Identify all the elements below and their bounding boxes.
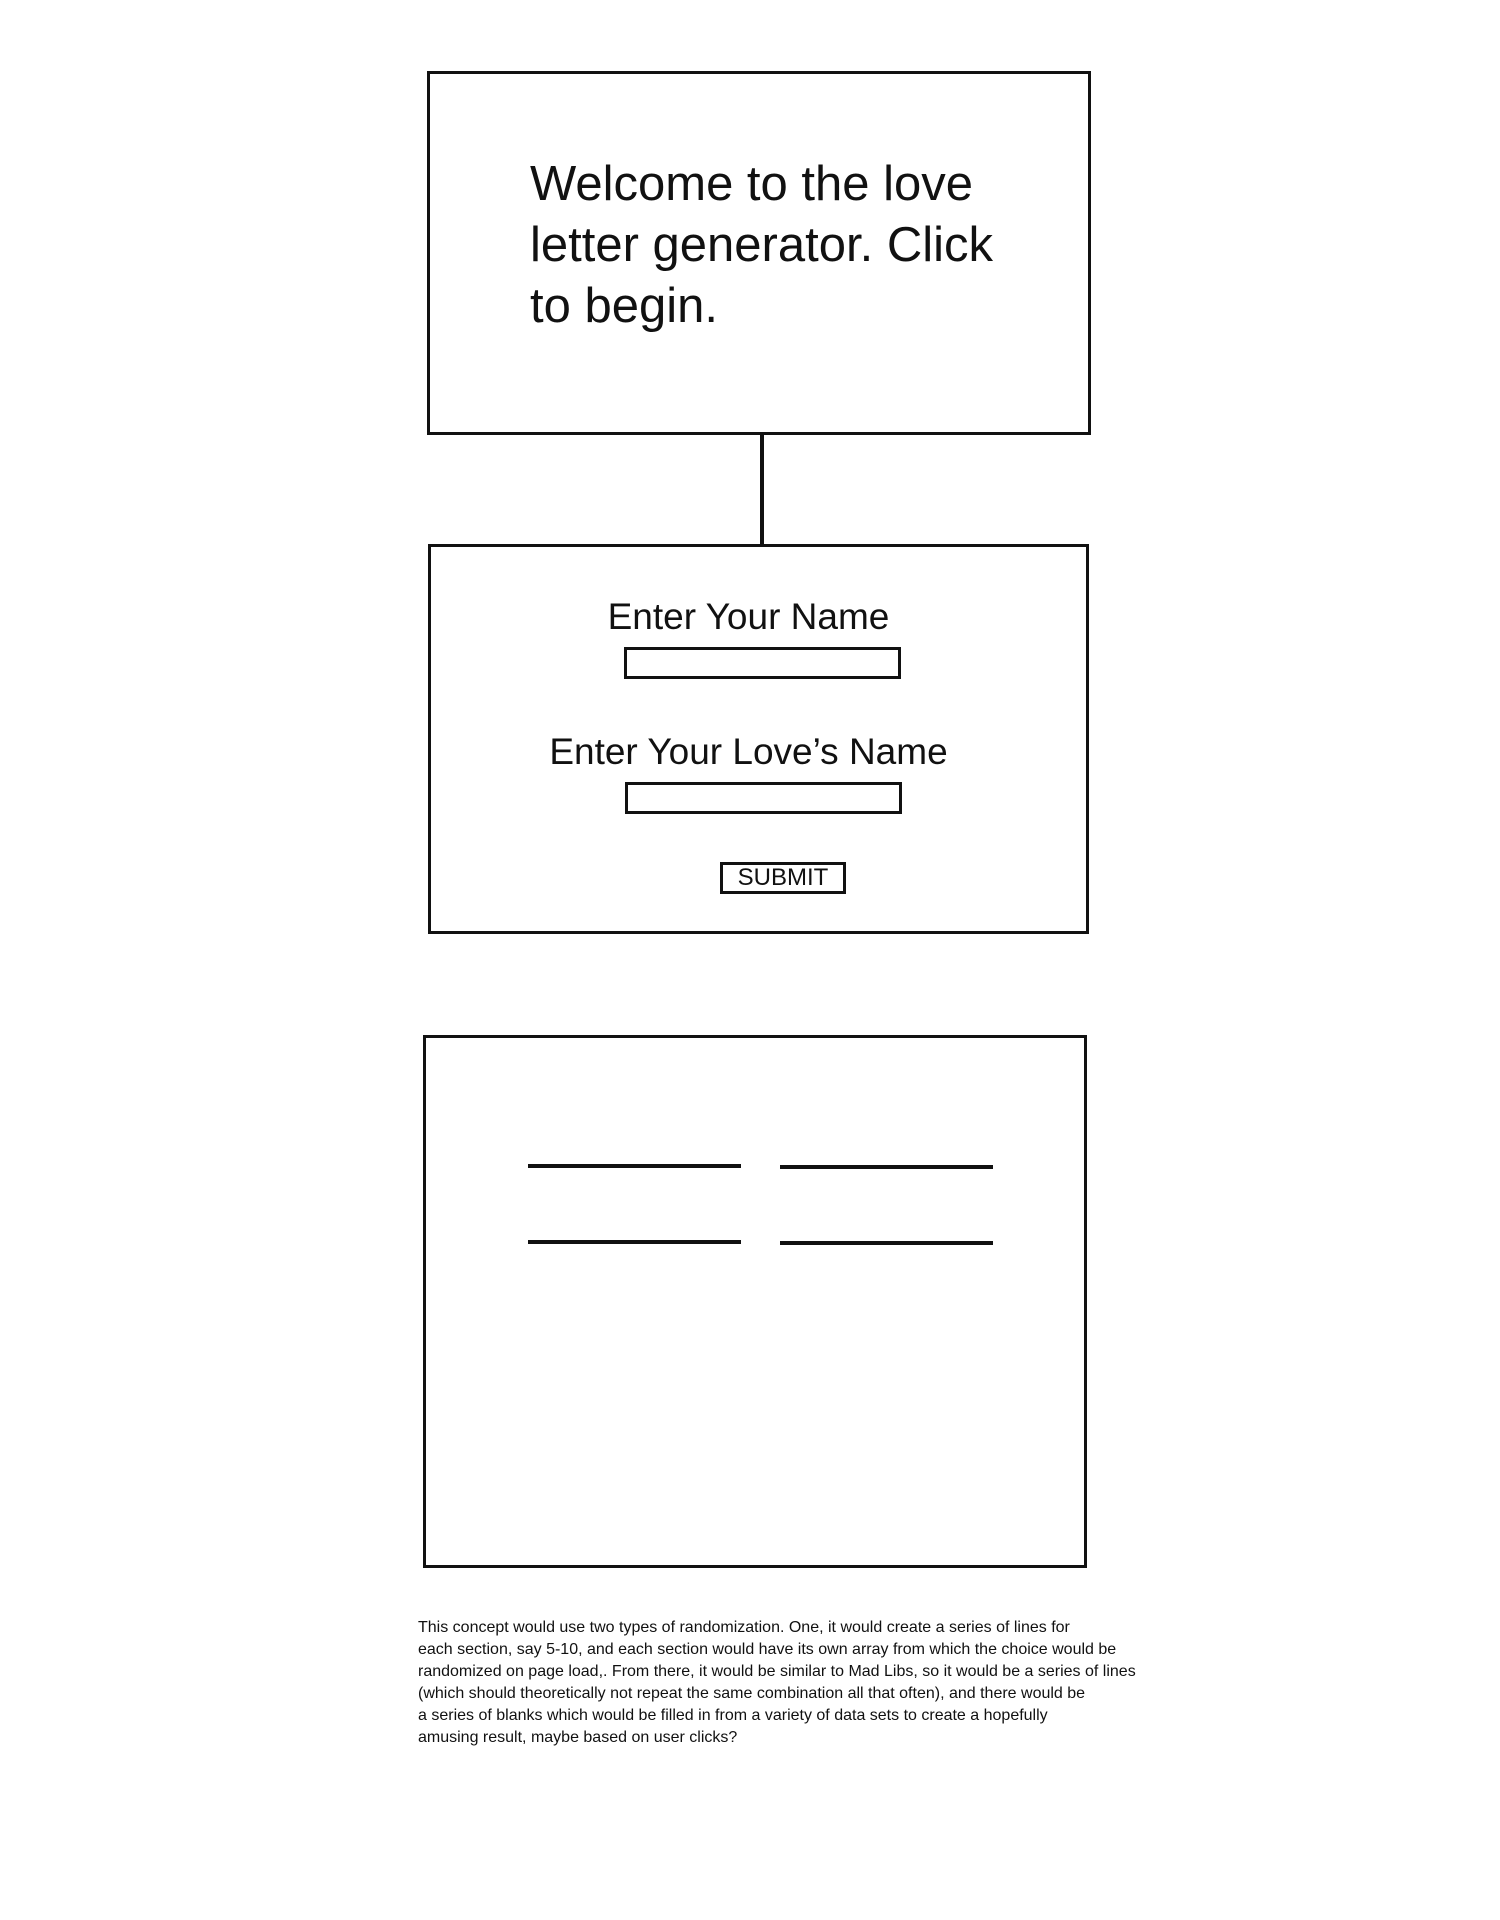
letter-output-screen [423,1035,1087,1568]
welcome-screen[interactable]: Welcome to the love letter generator. Cl… [427,71,1091,435]
flow-connector [760,434,764,546]
letter-blank [528,1164,741,1168]
your-name-input[interactable] [624,647,901,679]
welcome-text: Welcome to the love letter generator. Cl… [530,157,993,333]
concept-note: This concept would use two types of rand… [418,1619,1136,1746]
letter-blank [528,1240,741,1244]
submit-button[interactable]: SUBMIT [720,862,846,894]
name-entry-screen: Enter Your Name Enter Your Love’s Name S… [428,544,1089,934]
love-name-label: Enter Your Love’s Name [549,731,948,772]
love-name-input[interactable] [625,782,902,814]
letter-blank [780,1241,993,1245]
letter-blank [780,1165,993,1169]
your-name-label: Enter Your Name [607,596,890,637]
